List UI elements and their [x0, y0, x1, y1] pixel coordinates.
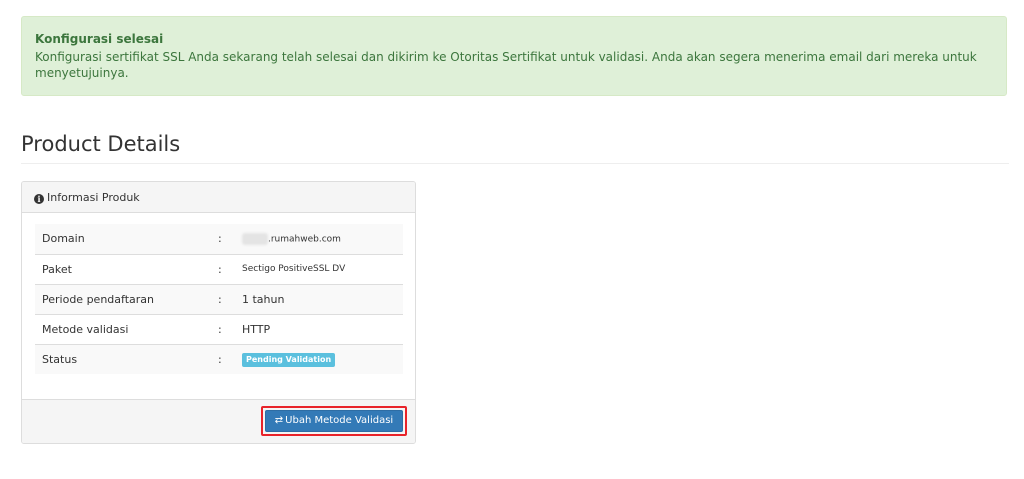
- product-details-table: Domain : .rumahweb.com Paket : Sectigo P…: [35, 224, 403, 374]
- table-row: Paket : Sectigo PositiveSSL DV: [35, 253, 403, 284]
- highlight-annotation: ⇄ Ubah Metode Validasi: [261, 406, 407, 436]
- title-divider: [21, 163, 1009, 164]
- panel-heading: i Informasi Produk: [22, 182, 415, 213]
- row-colon: :: [218, 283, 242, 314]
- page-title: Product Details: [21, 132, 181, 156]
- row-label-domain: Domain: [42, 232, 85, 246]
- panel-heading-label: Informasi Produk: [47, 191, 140, 204]
- row-value-domain: .rumahweb.com: [242, 224, 403, 254]
- alert-title: Konfigurasi selesai: [35, 32, 164, 46]
- table-row: Metode validasi : HTTP: [35, 313, 403, 344]
- button-label: Ubah Metode Validasi: [285, 415, 394, 426]
- success-alert: Konfigurasi selesai Konfigurasi sertifik…: [21, 16, 1007, 96]
- info-circle-icon: i: [34, 194, 44, 204]
- row-value-validation-method: HTTP: [242, 313, 403, 344]
- alert-message: Konfigurasi sertifikat SSL Anda sekarang…: [35, 50, 977, 80]
- row-label-period: Periode pendaftaran: [35, 283, 218, 314]
- row-value-period: 1 tahun: [242, 283, 403, 314]
- row-colon: :: [218, 253, 242, 284]
- product-info-panel: i Informasi Produk Domain : .rumahweb.com…: [21, 181, 416, 444]
- status-badge: Pending Validation: [242, 352, 336, 367]
- redacted-subdomain: [242, 232, 268, 245]
- row-label-status: Status: [35, 343, 218, 374]
- row-label-validation-method: Metode validasi: [35, 313, 218, 344]
- row-value-status: Pending Validation: [242, 343, 403, 374]
- change-validation-method-button[interactable]: ⇄ Ubah Metode Validasi: [265, 410, 403, 432]
- table-row: Periode pendaftaran : 1 tahun: [35, 283, 403, 314]
- row-colon: :: [218, 343, 242, 374]
- exchange-icon: ⇄: [274, 415, 284, 426]
- row-colon: :: [218, 232, 222, 246]
- table-row: Status : Pending Validation: [35, 343, 403, 374]
- row-value-package: Sectigo PositiveSSL DV: [242, 253, 403, 284]
- table-row: Domain : .rumahweb.com: [35, 224, 403, 254]
- row-colon: :: [218, 313, 242, 344]
- panel-footer: ⇄ Ubah Metode Validasi: [22, 399, 415, 443]
- row-label-package: Paket: [35, 253, 218, 284]
- domain-value: .rumahweb.com: [268, 234, 341, 245]
